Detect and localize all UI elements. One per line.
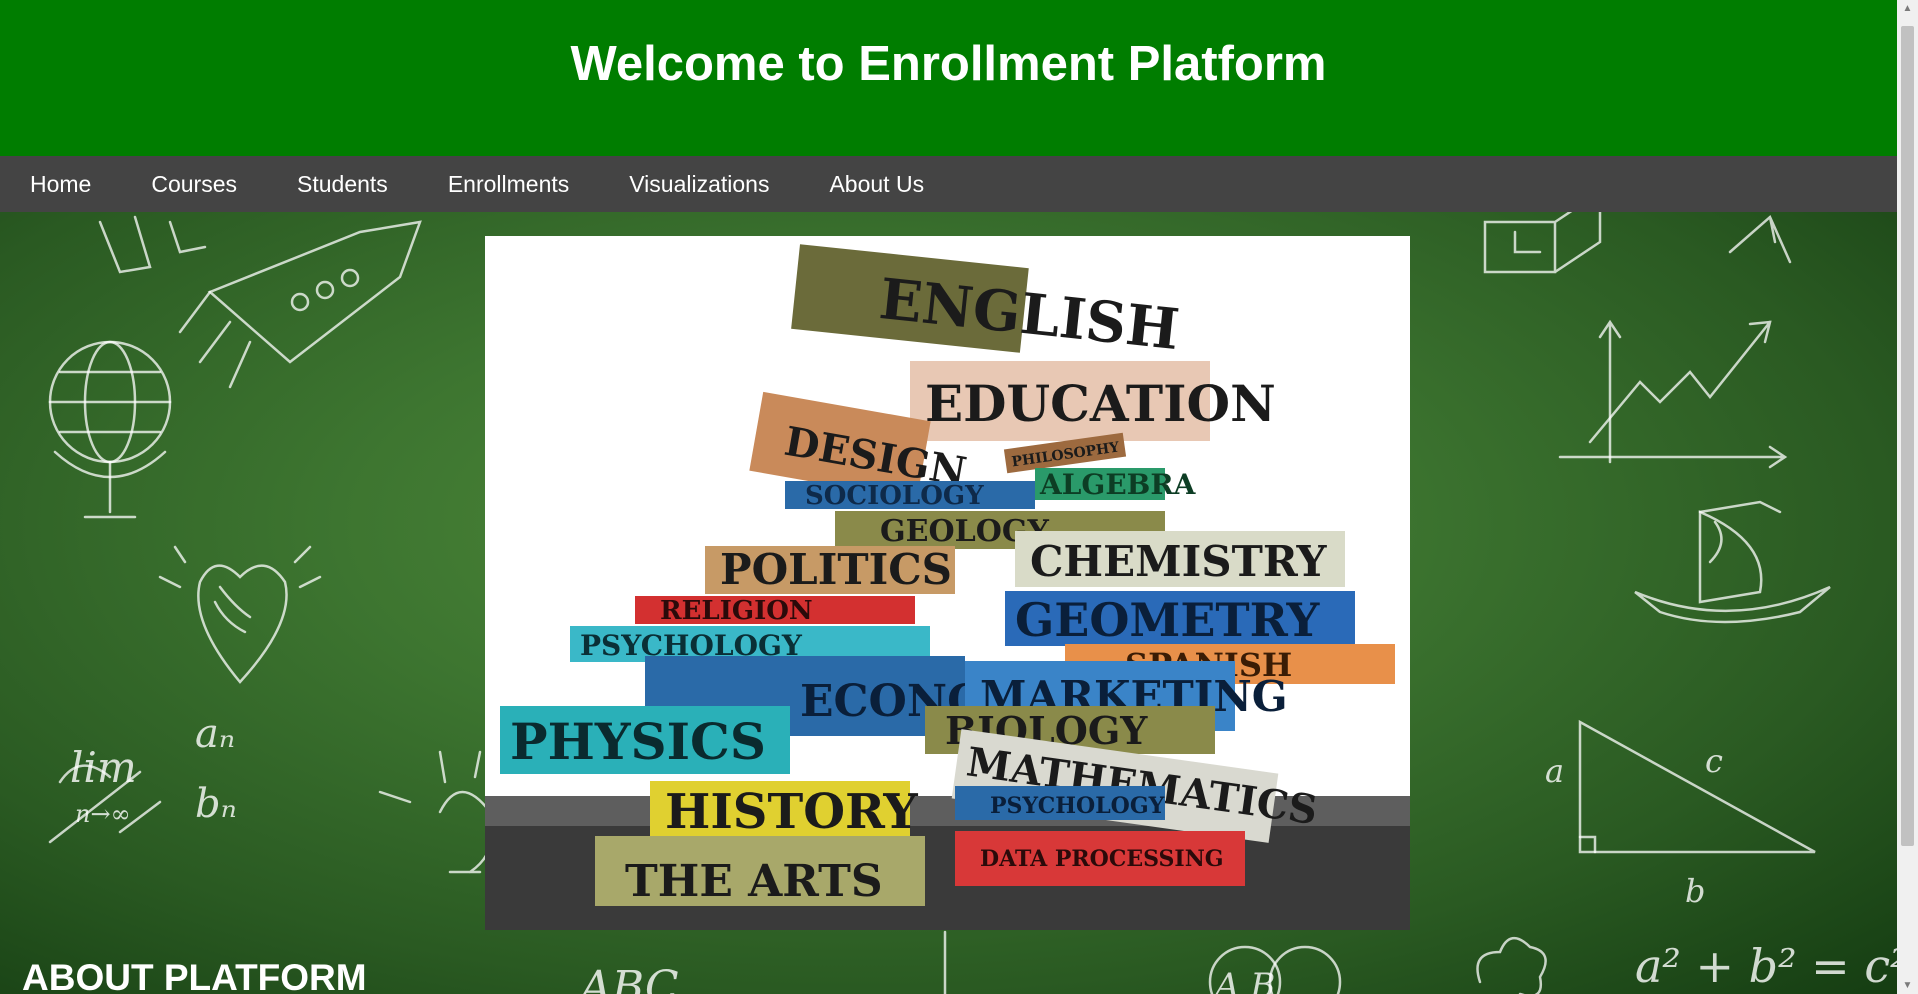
svg-text:POLITICS: POLITICS	[720, 545, 952, 594]
book-history: HISTORY	[650, 781, 918, 841]
chalk-lim-sub: n→∞	[75, 800, 131, 828]
svg-text:HISTORY: HISTORY	[665, 784, 918, 840]
svg-text:THE ARTS: THE ARTS	[625, 856, 883, 907]
chalk-tri-a: a	[1545, 752, 1564, 790]
book-algebra: ALGEBRA	[1035, 468, 1197, 501]
chalk-lim: lim	[70, 743, 137, 792]
nav-visualizations[interactable]: Visualizations	[599, 156, 799, 212]
vertical-scrollbar[interactable]: ▲ ▼	[1897, 0, 1918, 994]
book-sociology: SOCIOLOGY	[785, 481, 1035, 511]
nav-enrollments[interactable]: Enrollments	[418, 156, 599, 212]
main-nav: Home Courses Students Enrollments Visual…	[0, 156, 1897, 212]
svg-text:DATA PROCESSING: DATA PROCESSING	[980, 846, 1224, 872]
book-the-arts: THE ARTS	[595, 836, 925, 907]
chalk-pythagoras: a² + b² = c²	[1635, 939, 1897, 993]
nav-students[interactable]: Students	[267, 156, 418, 212]
book-physics: PHYSICS	[500, 706, 790, 774]
graph-doodle	[1558, 319, 1788, 469]
boat-doodle	[1634, 500, 1831, 624]
heart-doodle	[158, 545, 322, 684]
chalk-tri-c: c	[1705, 742, 1723, 780]
globe-doodle	[48, 340, 172, 519]
triangle-down-icon[interactable]: ▼	[1897, 977, 1918, 994]
books-stack-illustration: ENGLISH EDUCATION DESIGN PHILOSOPHY SOCI…	[485, 236, 1410, 930]
rocket-doodle	[98, 215, 422, 389]
hero-section: lim n→∞ aₙ bₙ a b c a² + b² = c² ABC A B…	[0, 212, 1897, 994]
svg-text:ALGEBRA: ALGEBRA	[1039, 468, 1197, 501]
chalk-tri-b: b	[1685, 872, 1705, 910]
books-image: ENGLISH EDUCATION DESIGN PHILOSOPHY SOCI…	[485, 236, 1410, 930]
book-chemistry: CHEMISTRY	[1015, 531, 1345, 587]
book-psychology-bottom: PSYCHOLOGY	[955, 786, 1165, 820]
scrollbar-thumb[interactable]	[1901, 26, 1914, 846]
book-data-processing: DATA PROCESSING	[955, 831, 1245, 886]
nav-courses[interactable]: Courses	[121, 156, 267, 212]
svg-text:RELIGION: RELIGION	[660, 596, 813, 626]
book-geometry: GEOMETRY	[1005, 591, 1355, 647]
chalk-ab: A B	[1212, 966, 1275, 994]
about-platform-heading: ABOUT PLATFORM	[22, 957, 367, 994]
triangle-up-icon[interactable]: ▲	[1897, 0, 1918, 17]
svg-text:EDUCATION: EDUCATION	[925, 374, 1276, 433]
svg-text:PHYSICS: PHYSICS	[510, 712, 766, 771]
cube-doodle	[1483, 212, 1602, 274]
svg-text:PSYCHOLOGY: PSYCHOLOGY	[990, 793, 1165, 819]
book-religion: RELIGION	[635, 596, 915, 626]
chalk-abc: ABC	[576, 962, 679, 994]
chalk-bn: bₙ	[195, 781, 237, 827]
chalk-an: aₙ	[195, 711, 235, 757]
svg-text:SOCIOLOGY: SOCIOLOGY	[805, 481, 984, 511]
page-title: Welcome to Enrollment Platform	[570, 37, 1327, 91]
svg-text:CHEMISTRY: CHEMISTRY	[1030, 537, 1327, 586]
svg-text:GEOMETRY: GEOMETRY	[1015, 593, 1320, 647]
nav-home[interactable]: Home	[0, 156, 121, 212]
nav-about-us[interactable]: About Us	[799, 156, 954, 212]
site-header: Welcome to Enrollment Platform	[0, 0, 1897, 156]
triangle-doodle	[1578, 719, 1816, 854]
book-politics: POLITICS	[705, 545, 955, 594]
